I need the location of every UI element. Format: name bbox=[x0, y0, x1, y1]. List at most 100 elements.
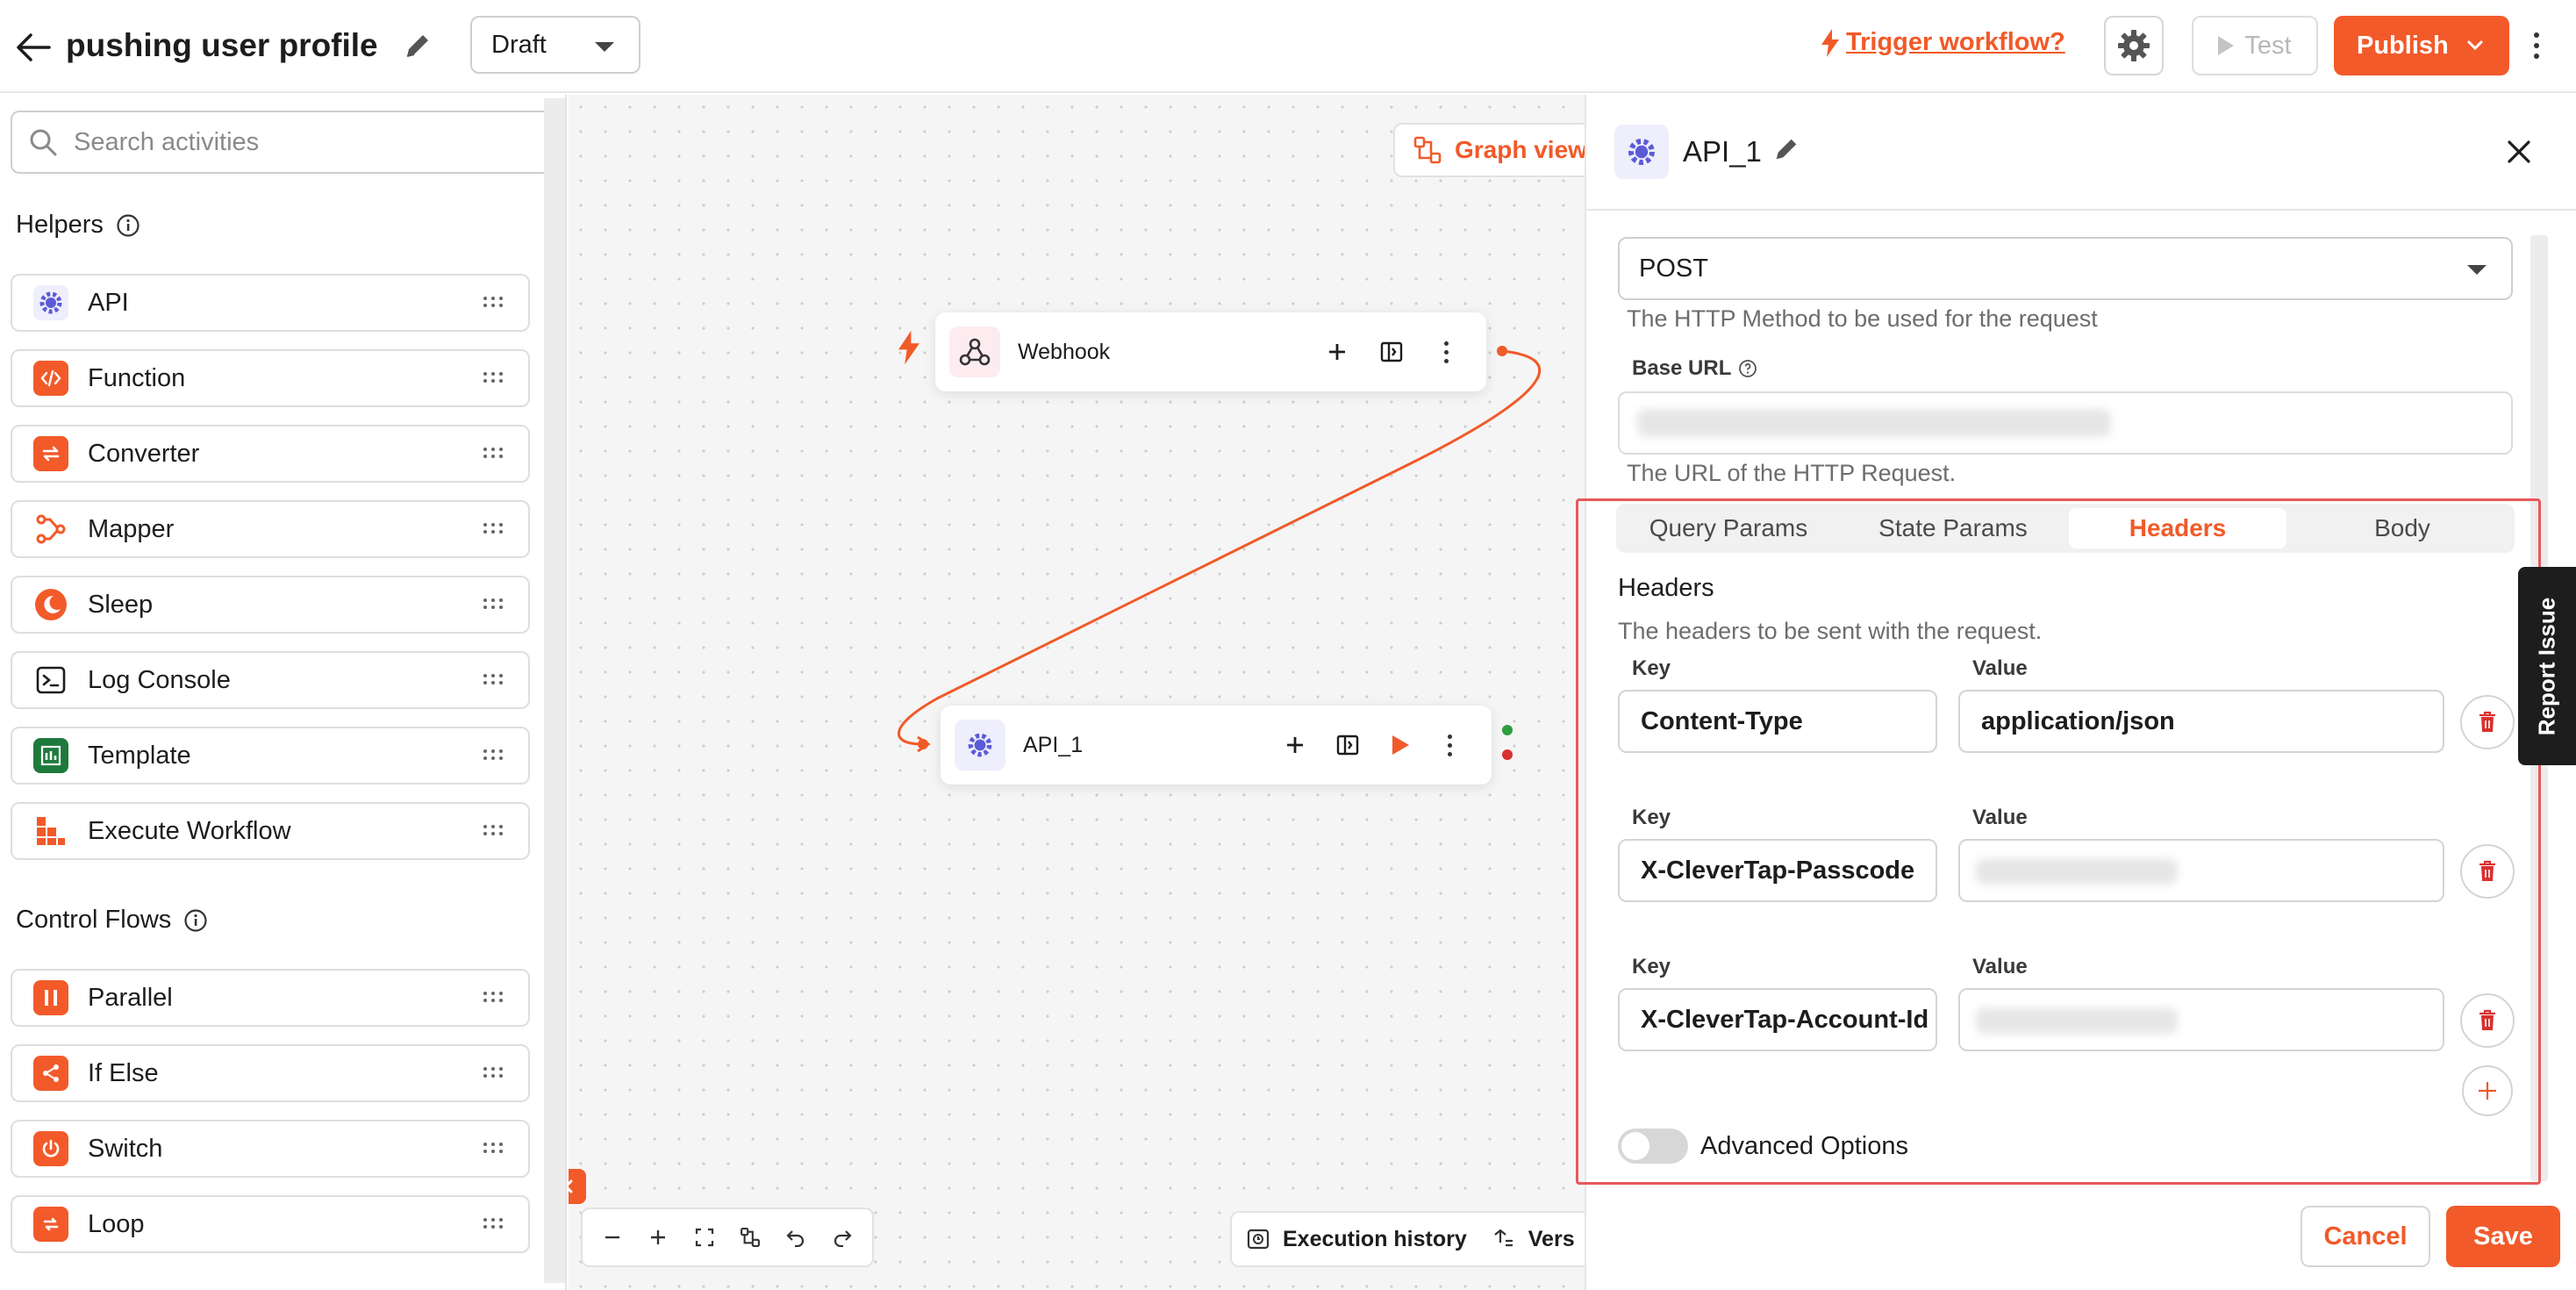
parallel-icon bbox=[33, 980, 68, 1015]
header-value-input[interactable]: application/json bbox=[1958, 690, 2444, 753]
collapse-sidebar-button[interactable] bbox=[569, 1169, 586, 1204]
header-key-input[interactable]: X-CleverTap-Passcode bbox=[1618, 839, 1937, 902]
sidebar-scrollbar[interactable] bbox=[544, 98, 565, 1283]
tab-body[interactable]: Body bbox=[2293, 508, 2511, 548]
redacted-value bbox=[1976, 1007, 2178, 1034]
tab-query-params[interactable]: Query Params bbox=[1620, 508, 1837, 548]
chevron-down-icon[interactable] bbox=[2465, 35, 2485, 54]
loop-icon bbox=[33, 1207, 68, 1242]
webhook-icon bbox=[949, 326, 1000, 377]
moon-icon bbox=[33, 587, 68, 622]
publish-label: Publish bbox=[2357, 31, 2449, 60]
close-icon[interactable] bbox=[2499, 132, 2539, 172]
node-menu-icon[interactable] bbox=[1432, 706, 1467, 785]
chevron-down-icon bbox=[595, 42, 614, 52]
activity-label: Execute Workflow bbox=[88, 816, 291, 845]
report-issue-tab[interactable]: Report Issue bbox=[2518, 567, 2576, 765]
status-dropdown[interactable]: Draft bbox=[470, 16, 640, 74]
drag-handle-icon[interactable] bbox=[483, 1067, 504, 1078]
activity-if-else[interactable]: If Else bbox=[11, 1044, 530, 1102]
add-node-icon[interactable] bbox=[1277, 706, 1313, 785]
fit-view-icon[interactable] bbox=[687, 1220, 722, 1255]
redo-icon[interactable] bbox=[825, 1220, 860, 1255]
auto-layout-icon[interactable] bbox=[733, 1220, 768, 1255]
canvas-controls bbox=[581, 1208, 874, 1267]
run-node-icon[interactable] bbox=[1383, 706, 1418, 785]
add-node-icon[interactable] bbox=[1320, 312, 1355, 391]
publish-button[interactable]: Publish bbox=[2334, 16, 2509, 75]
drag-handle-icon[interactable] bbox=[483, 749, 504, 760]
activity-parallel[interactable]: Parallel bbox=[11, 969, 530, 1027]
drag-handle-icon[interactable] bbox=[483, 674, 504, 684]
activity-sleep[interactable]: Sleep bbox=[11, 576, 530, 634]
drag-handle-icon[interactable] bbox=[483, 1143, 504, 1153]
delete-header-button[interactable] bbox=[2460, 695, 2515, 749]
tab-state-params[interactable]: State Params bbox=[1844, 508, 2062, 548]
webhook-node[interactable]: Webhook bbox=[935, 312, 1486, 391]
delete-header-button[interactable] bbox=[2460, 993, 2515, 1048]
execution-history-label: Execution history bbox=[1283, 1226, 1467, 1251]
trigger-workflow-label: Trigger workflow? bbox=[1846, 28, 2065, 56]
activity-converter[interactable]: Converter bbox=[11, 425, 530, 483]
settings-button[interactable] bbox=[2104, 16, 2164, 75]
header-key-input[interactable]: X-CleverTap-Account-Id bbox=[1618, 988, 1937, 1051]
trigger-workflow-link[interactable]: Trigger workflow? bbox=[1821, 28, 2065, 57]
more-options-icon[interactable] bbox=[2523, 23, 2550, 68]
node-label: API_1 bbox=[1023, 732, 1084, 757]
add-header-button[interactable] bbox=[2462, 1065, 2513, 1116]
test-label: Test bbox=[2244, 31, 2292, 60]
activity-loop[interactable]: Loop bbox=[11, 1195, 530, 1253]
advanced-options-toggle[interactable] bbox=[1618, 1129, 1688, 1164]
search-input[interactable] bbox=[74, 127, 530, 157]
zoom-out-icon[interactable] bbox=[595, 1220, 630, 1255]
versions-label: Vers bbox=[1528, 1226, 1575, 1251]
activity-switch[interactable]: Switch bbox=[11, 1120, 530, 1178]
cancel-button[interactable]: Cancel bbox=[2301, 1206, 2430, 1267]
activity-template[interactable]: Template bbox=[11, 727, 530, 785]
info-icon[interactable] bbox=[116, 213, 140, 238]
node-panel-icon[interactable] bbox=[1374, 312, 1409, 391]
activity-mapper[interactable]: Mapper bbox=[11, 500, 530, 558]
activity-log-console[interactable]: Log Console bbox=[11, 651, 530, 709]
drag-handle-icon[interactable] bbox=[483, 598, 504, 609]
header-value-input[interactable] bbox=[1958, 839, 2444, 902]
node-menu-icon[interactable] bbox=[1428, 312, 1463, 391]
header-key-input[interactable]: Content-Type bbox=[1618, 690, 1937, 753]
drag-handle-icon[interactable] bbox=[483, 1218, 504, 1229]
drag-handle-icon[interactable] bbox=[483, 523, 504, 534]
api-node[interactable]: API_1 bbox=[941, 706, 1492, 785]
drag-handle-icon[interactable] bbox=[483, 448, 504, 458]
header-value-input[interactable] bbox=[1958, 988, 2444, 1051]
helpers-title: Helpers bbox=[16, 211, 104, 239]
info-icon[interactable] bbox=[183, 908, 208, 933]
drag-handle-icon[interactable] bbox=[483, 825, 504, 835]
drag-handle-icon[interactable] bbox=[483, 992, 504, 1002]
zoom-in-icon[interactable] bbox=[640, 1220, 676, 1255]
http-method-dropdown[interactable]: POST bbox=[1618, 237, 2513, 300]
execution-history-button[interactable]: Execution history Vers bbox=[1230, 1211, 1586, 1267]
panel-title: API_1 bbox=[1683, 135, 1762, 168]
activity-function[interactable]: Function bbox=[11, 349, 530, 407]
save-button[interactable]: Save bbox=[2446, 1206, 2560, 1267]
base-url-input[interactable] bbox=[1618, 391, 2513, 455]
api-gear-icon bbox=[955, 720, 1005, 770]
edit-name-pencil-icon[interactable] bbox=[1772, 135, 1800, 168]
undo-icon[interactable] bbox=[778, 1220, 813, 1255]
node-panel-icon[interactable] bbox=[1330, 706, 1365, 785]
search-box[interactable] bbox=[11, 111, 551, 174]
tab-headers[interactable]: Headers bbox=[2069, 508, 2286, 548]
drag-handle-icon[interactable] bbox=[483, 372, 504, 383]
template-icon bbox=[33, 738, 68, 773]
branch-icon bbox=[33, 1056, 68, 1091]
edit-title-pencil-icon[interactable] bbox=[400, 28, 435, 63]
drag-handle-icon[interactable] bbox=[483, 297, 504, 307]
terminal-icon bbox=[33, 663, 68, 698]
activity-api[interactable]: API bbox=[11, 274, 530, 332]
workflow-canvas[interactable]: Graph view Webhook API_1 Execution histo… bbox=[569, 95, 1586, 1290]
back-arrow-icon[interactable] bbox=[12, 26, 54, 68]
activity-execute-workflow[interactable]: Execute Workflow bbox=[11, 802, 530, 860]
trash-icon bbox=[2479, 1009, 2495, 1030]
delete-header-button[interactable] bbox=[2460, 844, 2515, 899]
test-button[interactable]: Test bbox=[2192, 16, 2318, 75]
help-icon[interactable] bbox=[1738, 359, 1757, 378]
